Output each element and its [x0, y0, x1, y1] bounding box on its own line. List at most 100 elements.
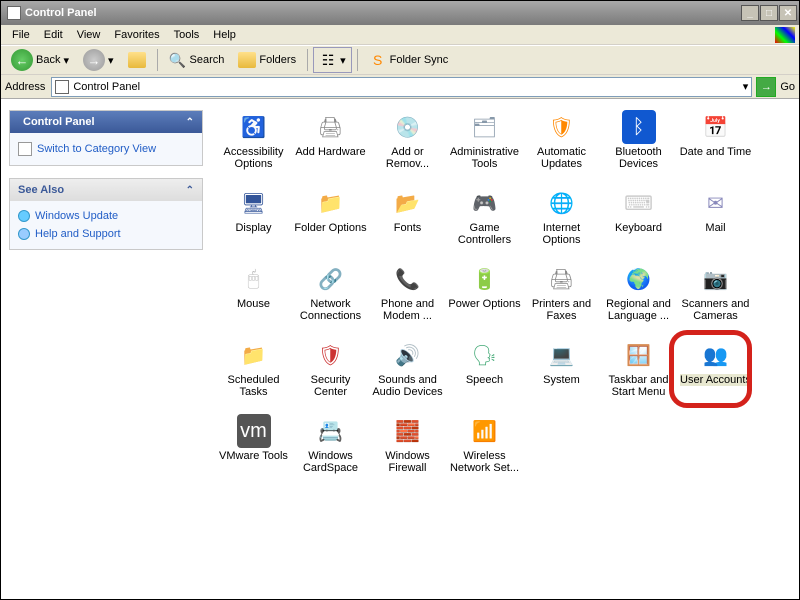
- up-button[interactable]: [122, 48, 152, 72]
- forward-button[interactable]: → ▾: [77, 45, 120, 75]
- folders-button[interactable]: Folders: [232, 48, 302, 72]
- item-label: Wireless Network Set...: [448, 450, 521, 474]
- scanners-icon: 📷: [699, 262, 733, 296]
- address-field[interactable]: Control Panel ▾: [51, 77, 752, 97]
- cp-item-cardspace[interactable]: 📇Windows CardSpace: [292, 412, 369, 488]
- item-label: Mail: [705, 222, 725, 234]
- search-button[interactable]: 🔍 Search: [163, 47, 231, 73]
- cp-item-scanners[interactable]: 📷Scanners and Cameras: [677, 260, 754, 336]
- item-label: Printers and Faxes: [525, 298, 598, 322]
- cp-item-phone[interactable]: 📞Phone and Modem ...: [369, 260, 446, 336]
- foldersync-label: Folder Sync: [390, 54, 449, 66]
- sound-icon: 🔊: [391, 338, 425, 372]
- menu-tools[interactable]: Tools: [167, 27, 207, 43]
- cp-item-sound[interactable]: 🔊Sounds and Audio Devices: [369, 336, 446, 412]
- cp-item-speech[interactable]: 🗣Speech: [446, 336, 523, 412]
- cp-item-vmware[interactable]: vm VMware Tools: [215, 412, 292, 488]
- power-icon: 🔋: [468, 262, 502, 296]
- menu-favorites[interactable]: Favorites: [107, 27, 166, 43]
- mouse-icon: 🖱: [237, 262, 271, 296]
- item-label: Network Connections: [294, 298, 367, 322]
- cp-item-wireless[interactable]: 📶Wireless Network Set...: [446, 412, 523, 488]
- cp-item-system[interactable]: 💻 System: [523, 336, 600, 412]
- sidebar-panel-see-also: See Also ⌃ Windows Update Help and Suppo…: [9, 178, 203, 250]
- cp-item-regional[interactable]: 🌍Regional and Language ...: [600, 260, 677, 336]
- sync-icon: S: [369, 51, 387, 69]
- vmware-icon: vm: [237, 414, 271, 448]
- speech-icon: 🗣: [468, 338, 502, 372]
- cp-item-taskbar[interactable]: 🪟Taskbar and Start Menu: [600, 336, 677, 412]
- dropdown-icon: ▾: [108, 54, 114, 67]
- folders-icon: [238, 52, 256, 68]
- cp-item-admin-tools[interactable]: 🗂Administrative Tools: [446, 108, 523, 184]
- item-label: Windows Firewall: [371, 450, 444, 474]
- address-dropdown-icon[interactable]: ▾: [743, 80, 749, 93]
- dropdown-icon: ▾: [63, 54, 69, 67]
- separator: [157, 49, 158, 71]
- cp-item-datetime[interactable]: 📅Date and Time: [677, 108, 754, 184]
- sidebar-panel-header[interactable]: See Also ⌃: [10, 179, 202, 201]
- item-label: Accessibility Options: [217, 146, 290, 170]
- menu-file[interactable]: File: [5, 27, 37, 43]
- address-label: Address: [5, 81, 47, 93]
- sidebar-link-category-view[interactable]: Switch to Category View: [18, 139, 194, 159]
- item-label: Add Hardware: [295, 146, 365, 158]
- cp-item-power[interactable]: 🔋Power Options: [446, 260, 523, 336]
- taskbar-icon: 🪟: [622, 338, 656, 372]
- cp-item-updates[interactable]: 🛡Automatic Updates: [523, 108, 600, 184]
- item-label: VMware Tools: [219, 450, 288, 462]
- cp-item-add-remove[interactable]: 💿Add or Remov...: [369, 108, 446, 184]
- cp-item-fonts[interactable]: 📂Fonts: [369, 184, 446, 260]
- add-remove-icon: 💿: [391, 110, 425, 144]
- chevron-up-icon: ⌃: [186, 185, 194, 196]
- cp-item-folder-options[interactable]: 📁Folder Options: [292, 184, 369, 260]
- cp-item-scheduled[interactable]: 📁Scheduled Tasks: [215, 336, 292, 412]
- menu-help[interactable]: Help: [206, 27, 243, 43]
- windows-logo-icon: [775, 27, 795, 43]
- sidebar-panel-header[interactable]: Control Panel ⌃: [10, 111, 202, 133]
- system-icon: 💻: [545, 338, 579, 372]
- back-button[interactable]: ← Back ▾: [5, 45, 75, 75]
- cp-item-printers[interactable]: 🖨Printers and Faxes: [523, 260, 600, 336]
- datetime-icon: 📅: [699, 110, 733, 144]
- item-label: System: [543, 374, 580, 386]
- cardspace-icon: 📇: [314, 414, 348, 448]
- foldersync-button[interactable]: S Folder Sync: [363, 47, 455, 73]
- cp-item-hardware[interactable]: 🖨Add Hardware: [292, 108, 369, 184]
- go-button[interactable]: →: [756, 77, 776, 97]
- cp-item-firewall[interactable]: 🧱Windows Firewall: [369, 412, 446, 488]
- mail-icon: ✉: [699, 186, 733, 220]
- back-arrow-icon: ←: [11, 49, 33, 71]
- search-icon: 🔍: [169, 51, 187, 69]
- display-icon: 🖥: [237, 186, 271, 220]
- cp-item-display[interactable]: 🖥 Display: [215, 184, 292, 260]
- cp-item-bluetooth[interactable]: ᛒBluetooth Devices: [600, 108, 677, 184]
- cp-item-mouse[interactable]: 🖱Mouse: [215, 260, 292, 336]
- item-label: Display: [235, 222, 271, 234]
- maximize-button[interactable]: □: [760, 5, 778, 21]
- sidebar-panel-title: Control Panel: [23, 116, 95, 128]
- cp-item-security[interactable]: 🛡Security Center: [292, 336, 369, 412]
- views-button[interactable]: ☷ ▾: [313, 47, 352, 73]
- item-label: Administrative Tools: [448, 146, 521, 170]
- cp-item-mail[interactable]: ✉ Mail: [677, 184, 754, 260]
- cp-item-network[interactable]: 🔗Network Connections: [292, 260, 369, 336]
- go-label: Go: [780, 81, 795, 93]
- menu-edit[interactable]: Edit: [37, 27, 70, 43]
- sidebar-link-windows-update[interactable]: Windows Update: [18, 207, 194, 225]
- item-label: Bluetooth Devices: [602, 146, 675, 170]
- sidebar-link-help-support[interactable]: Help and Support: [18, 225, 194, 243]
- sidebar: Control Panel ⌃ Switch to Category View …: [1, 100, 211, 599]
- cp-item-internet[interactable]: 🌐Internet Options: [523, 184, 600, 260]
- cp-item-user-accounts[interactable]: 👥User Accounts: [677, 336, 754, 412]
- cp-item-wheelchair[interactable]: ♿Accessibility Options: [215, 108, 292, 184]
- content-area: Control Panel ⌃ Switch to Category View …: [1, 99, 799, 599]
- cp-item-keyboard[interactable]: ⌨Keyboard: [600, 184, 677, 260]
- item-label: Regional and Language ...: [602, 298, 675, 322]
- menu-view[interactable]: View: [70, 27, 108, 43]
- cp-item-game[interactable]: 🎮Game Controllers: [446, 184, 523, 260]
- item-label: Game Controllers: [448, 222, 521, 246]
- close-button[interactable]: ✕: [779, 5, 797, 21]
- phone-icon: 📞: [391, 262, 425, 296]
- minimize-button[interactable]: _: [741, 5, 759, 21]
